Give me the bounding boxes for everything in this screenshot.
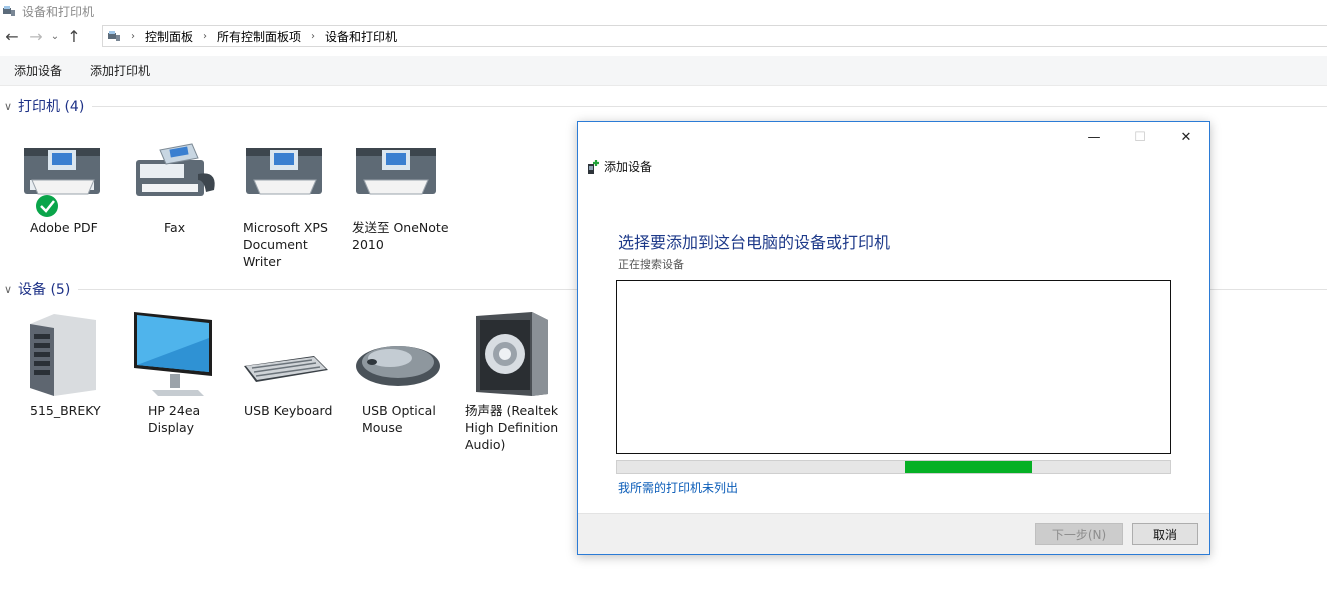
keyboard-icon	[244, 356, 328, 382]
speaker-icon	[476, 312, 548, 396]
forward-arrow-icon[interactable]: →	[24, 24, 48, 48]
dialog-footer: 下一步(N) 取消	[578, 513, 1209, 554]
cancel-button[interactable]: 取消	[1132, 523, 1198, 545]
printers-section-header[interactable]: ∨ 打印机 (4)	[0, 95, 1327, 117]
dialog-heading: 选择要添加到这台电脑的设备或打印机	[618, 233, 891, 252]
printer-icon	[24, 148, 100, 217]
breadcrumb-separator-icon: ›	[131, 30, 135, 42]
window-title-bar: 设备和打印机	[0, 0, 1327, 22]
search-progress-bar	[616, 460, 1171, 474]
printer-icon	[246, 148, 322, 195]
printer-onenote[interactable]: 发送至 OneNote 2010	[352, 140, 460, 252]
search-status-text: 正在搜索设备	[618, 258, 684, 271]
breadcrumb-separator-icon: ›	[203, 30, 208, 42]
printer-not-listed-link[interactable]: 我所需的打印机未列出	[618, 479, 738, 496]
dialog-window-controls: — ☐ ✕	[1071, 122, 1209, 152]
dialog-title-area: 添加设备	[586, 158, 652, 175]
navigation-bar: ← → ⌄ ↑ › 控制面板 › 所有控制面板项 › 设备和打印机	[0, 22, 1327, 50]
computer-tower-icon	[30, 314, 96, 396]
command-bar: 添加设备 添加打印机	[0, 56, 1327, 86]
window-title: 设备和打印机	[22, 4, 95, 19]
dialog-title: 添加设备	[604, 160, 653, 174]
breadcrumb-separator-icon: ›	[311, 30, 316, 42]
printer-icon	[356, 148, 436, 195]
device-results-list[interactable]	[616, 280, 1171, 454]
devices-printers-icon	[3, 6, 15, 16]
maximize-icon: ☐	[1134, 129, 1146, 145]
back-arrow-icon[interactable]: ←	[0, 24, 24, 48]
minimize-icon[interactable]: —	[1071, 122, 1117, 152]
progress-fill	[904, 461, 1032, 473]
mouse-icon	[356, 346, 440, 386]
close-icon[interactable]: ✕	[1163, 122, 1209, 152]
add-device-icon	[588, 159, 599, 174]
device-speaker[interactable]: 扬声器 (Realtek High Definition Audio)	[465, 310, 572, 460]
breadcrumb-all-items[interactable]: 所有控制面板项	[217, 28, 301, 45]
printer-fax[interactable]: Fax	[130, 140, 236, 235]
address-bar[interactable]: › 控制面板 › 所有控制面板项 › 设备和打印机	[102, 25, 1327, 47]
add-device-dialog: — ☐ ✕ 添加设备 选择要添加到这台电脑的设备或打印机 正在搜索设备 我所需的…	[577, 121, 1210, 555]
printer-microsoft-xps[interactable]: Microsoft XPS Document Writer	[242, 140, 348, 269]
section-divider	[92, 105, 1327, 107]
monitor-icon	[134, 312, 212, 396]
collapse-chevron-icon[interactable]: ∨	[0, 100, 16, 113]
device-hp-display[interactable]: HP 24ea Display	[130, 310, 236, 440]
device-computer[interactable]: 515_BREKY	[18, 310, 124, 420]
devices-section-title: 设备 (5)	[18, 282, 71, 298]
control-panel-icon	[108, 31, 120, 41]
fax-icon	[136, 143, 215, 196]
printer-adobe-pdf[interactable]: Adobe PDF	[18, 140, 124, 235]
up-arrow-icon[interactable]: ↑	[62, 24, 86, 48]
recent-locations-chevron-icon[interactable]: ⌄	[48, 24, 62, 48]
breadcrumb-control-panel[interactable]: 控制面板	[145, 28, 193, 45]
add-device-button[interactable]: 添加设备	[14, 62, 62, 79]
breadcrumb-devices-printers[interactable]: 设备和打印机	[325, 28, 397, 45]
next-button[interactable]: 下一步(N)	[1035, 523, 1123, 545]
collapse-chevron-icon[interactable]: ∨	[0, 283, 16, 296]
printers-section-title: 打印机 (4)	[18, 99, 85, 115]
device-usb-mouse[interactable]: USB Optical Mouse	[354, 310, 460, 440]
device-usb-keyboard[interactable]: USB Keyboard	[242, 310, 348, 420]
add-printer-button[interactable]: 添加打印机	[90, 62, 150, 79]
